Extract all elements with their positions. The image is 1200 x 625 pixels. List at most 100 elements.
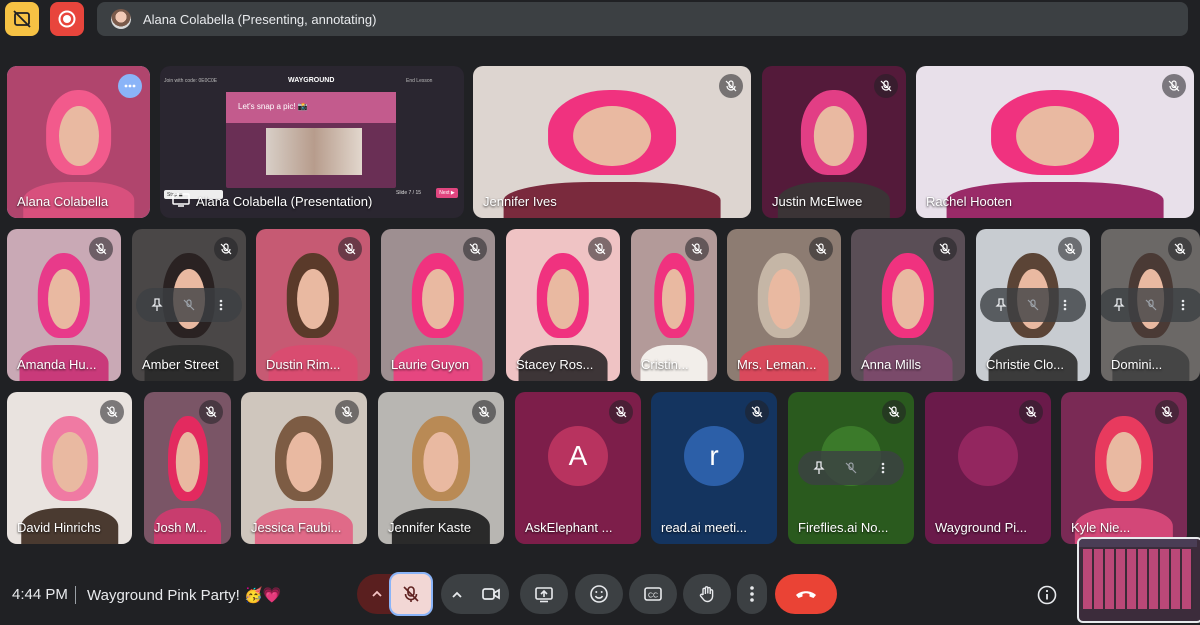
leave-call-button[interactable] [775, 574, 837, 614]
captions-off-button[interactable] [5, 2, 39, 36]
participant-name: read.ai meeti... [661, 520, 747, 535]
self-view-preview[interactable] [1077, 537, 1200, 623]
participant-tile[interactable]: Jennifer Kaste [378, 392, 504, 544]
mute-participant-button[interactable] [1140, 294, 1162, 316]
preview-header [1079, 539, 1197, 547]
captions-button[interactable]: CC [629, 574, 677, 614]
mic-off-icon [1174, 243, 1186, 255]
participant-tile[interactable]: Christie Clo... [976, 229, 1090, 381]
mic-off-icon [1025, 406, 1037, 418]
mic-off-icon [205, 406, 217, 418]
mic-off-icon [341, 406, 353, 418]
pin-button[interactable] [808, 457, 830, 479]
mic-muted-indicator [874, 74, 898, 98]
participant-face [175, 431, 200, 493]
camera-options-button[interactable] [451, 588, 463, 606]
participant-tile[interactable]: Laurie Guyon [381, 229, 495, 381]
mic-toggle-button[interactable] [389, 572, 433, 616]
avatar [111, 9, 131, 29]
hangup-icon [796, 591, 816, 598]
mic-off-icon [106, 406, 118, 418]
pin-button[interactable] [1108, 294, 1130, 316]
more-options-button[interactable] [1054, 294, 1076, 316]
mic-off-icon [183, 299, 195, 311]
pin-button[interactable] [146, 294, 168, 316]
participant-tile[interactable]: Alana Colabella [7, 66, 150, 218]
participant-tile[interactable]: Rachel Hooten [916, 66, 1194, 218]
participant-name: Laurie Guyon [391, 357, 470, 372]
participant-avatar: r [684, 425, 744, 486]
mic-off-icon [478, 406, 490, 418]
participant-tile[interactable]: Domini... [1101, 229, 1200, 381]
participant-tile[interactable]: Mrs. Leman... [727, 229, 841, 381]
reactions-button[interactable] [575, 574, 623, 614]
mute-participant-button[interactable] [840, 457, 862, 479]
more-options-button[interactable] [1172, 294, 1194, 316]
participant-tile[interactable]: Dustin Rim... [256, 229, 370, 381]
participant-tile[interactable]: David Hinrichs [7, 392, 132, 544]
pin-button[interactable] [990, 294, 1012, 316]
presentation-tile[interactable]: Join with code: 0E0C0E WAYGROUND End Les… [160, 66, 464, 218]
participant-tile[interactable]: A AskElephant ... [515, 392, 641, 544]
mic-off-icon [469, 243, 481, 255]
more-options-button[interactable] [737, 574, 767, 614]
present-button[interactable] [520, 574, 568, 614]
participant-tile[interactable]: Josh M... [144, 392, 231, 544]
pin-icon [151, 298, 163, 311]
tile-options-button[interactable] [118, 74, 142, 98]
participant-face [48, 268, 80, 330]
participant-tile[interactable]: Cristin... [631, 229, 717, 381]
chevron-up-icon [372, 590, 382, 597]
participant-tile[interactable]: Amanda Hu... [7, 229, 121, 381]
participant-face [892, 268, 924, 330]
emoji-icon [590, 585, 608, 603]
participant-name: Alana Colabella [17, 194, 109, 209]
mic-muted-indicator [100, 400, 124, 424]
presenting-banner[interactable]: Alana Colabella (Presenting, annotating) [97, 2, 1188, 36]
participant-avatar: A [548, 425, 608, 486]
participant-name: Anna Mills [861, 357, 921, 372]
more-options-button[interactable] [872, 457, 894, 479]
participant-tile[interactable]: Jennifer Ives [473, 66, 751, 218]
mute-participant-button[interactable] [1022, 294, 1044, 316]
camera-icon [482, 588, 500, 600]
participant-face [813, 105, 855, 167]
participant-tile[interactable]: Amber Street [132, 229, 246, 381]
participant-tile[interactable]: r read.ai meeti... [651, 392, 777, 544]
participant-tile[interactable]: Stacey Ros... [506, 229, 620, 381]
participant-face [768, 268, 800, 330]
participant-tile[interactable]: Justin McElwee [762, 66, 906, 218]
next-slide-button[interactable]: Next ▶ [436, 188, 458, 198]
participant-name: David Hinrichs [17, 520, 101, 535]
raise-hand-button[interactable] [683, 574, 731, 614]
mic-muted-indicator [338, 237, 362, 261]
participant-name: Mrs. Leman... [737, 357, 817, 372]
mic-off-icon [95, 243, 107, 255]
participant-tile[interactable]: Jessica Faubi... [241, 392, 367, 544]
participant-tile[interactable]: Wayground Pi... [925, 392, 1051, 544]
mic-muted-indicator [745, 400, 769, 424]
tile-hover-toolbar [1101, 288, 1200, 322]
present-screen-icon [172, 193, 190, 207]
mute-participant-button[interactable] [178, 294, 200, 316]
mic-muted-indicator [588, 237, 612, 261]
pin-icon [995, 298, 1007, 311]
top-bar: Alana Colabella (Presenting, annotating) [0, 0, 1200, 38]
more-options-icon [124, 84, 136, 88]
participant-face [573, 105, 651, 167]
participant-tile[interactable]: Anna Mills [851, 229, 965, 381]
tile-hover-toolbar [136, 288, 242, 322]
mic-off-icon [1064, 243, 1076, 255]
meeting-info-button[interactable] [1036, 584, 1060, 608]
end-lesson-label[interactable]: End Lesson [406, 78, 432, 84]
mic-off-icon [888, 406, 900, 418]
record-button[interactable] [50, 2, 84, 36]
participant-name: Wayground Pi... [935, 520, 1028, 535]
participant-tile[interactable]: Fireflies.ai No... [788, 392, 914, 544]
mic-muted-indicator [1019, 400, 1043, 424]
more-options-button[interactable] [210, 294, 232, 316]
mic-muted-indicator [463, 237, 487, 261]
camera-toggle-button[interactable] [481, 584, 501, 609]
mic-off-icon [403, 586, 419, 602]
participant-tile[interactable]: Kyle Nie... [1061, 392, 1187, 544]
